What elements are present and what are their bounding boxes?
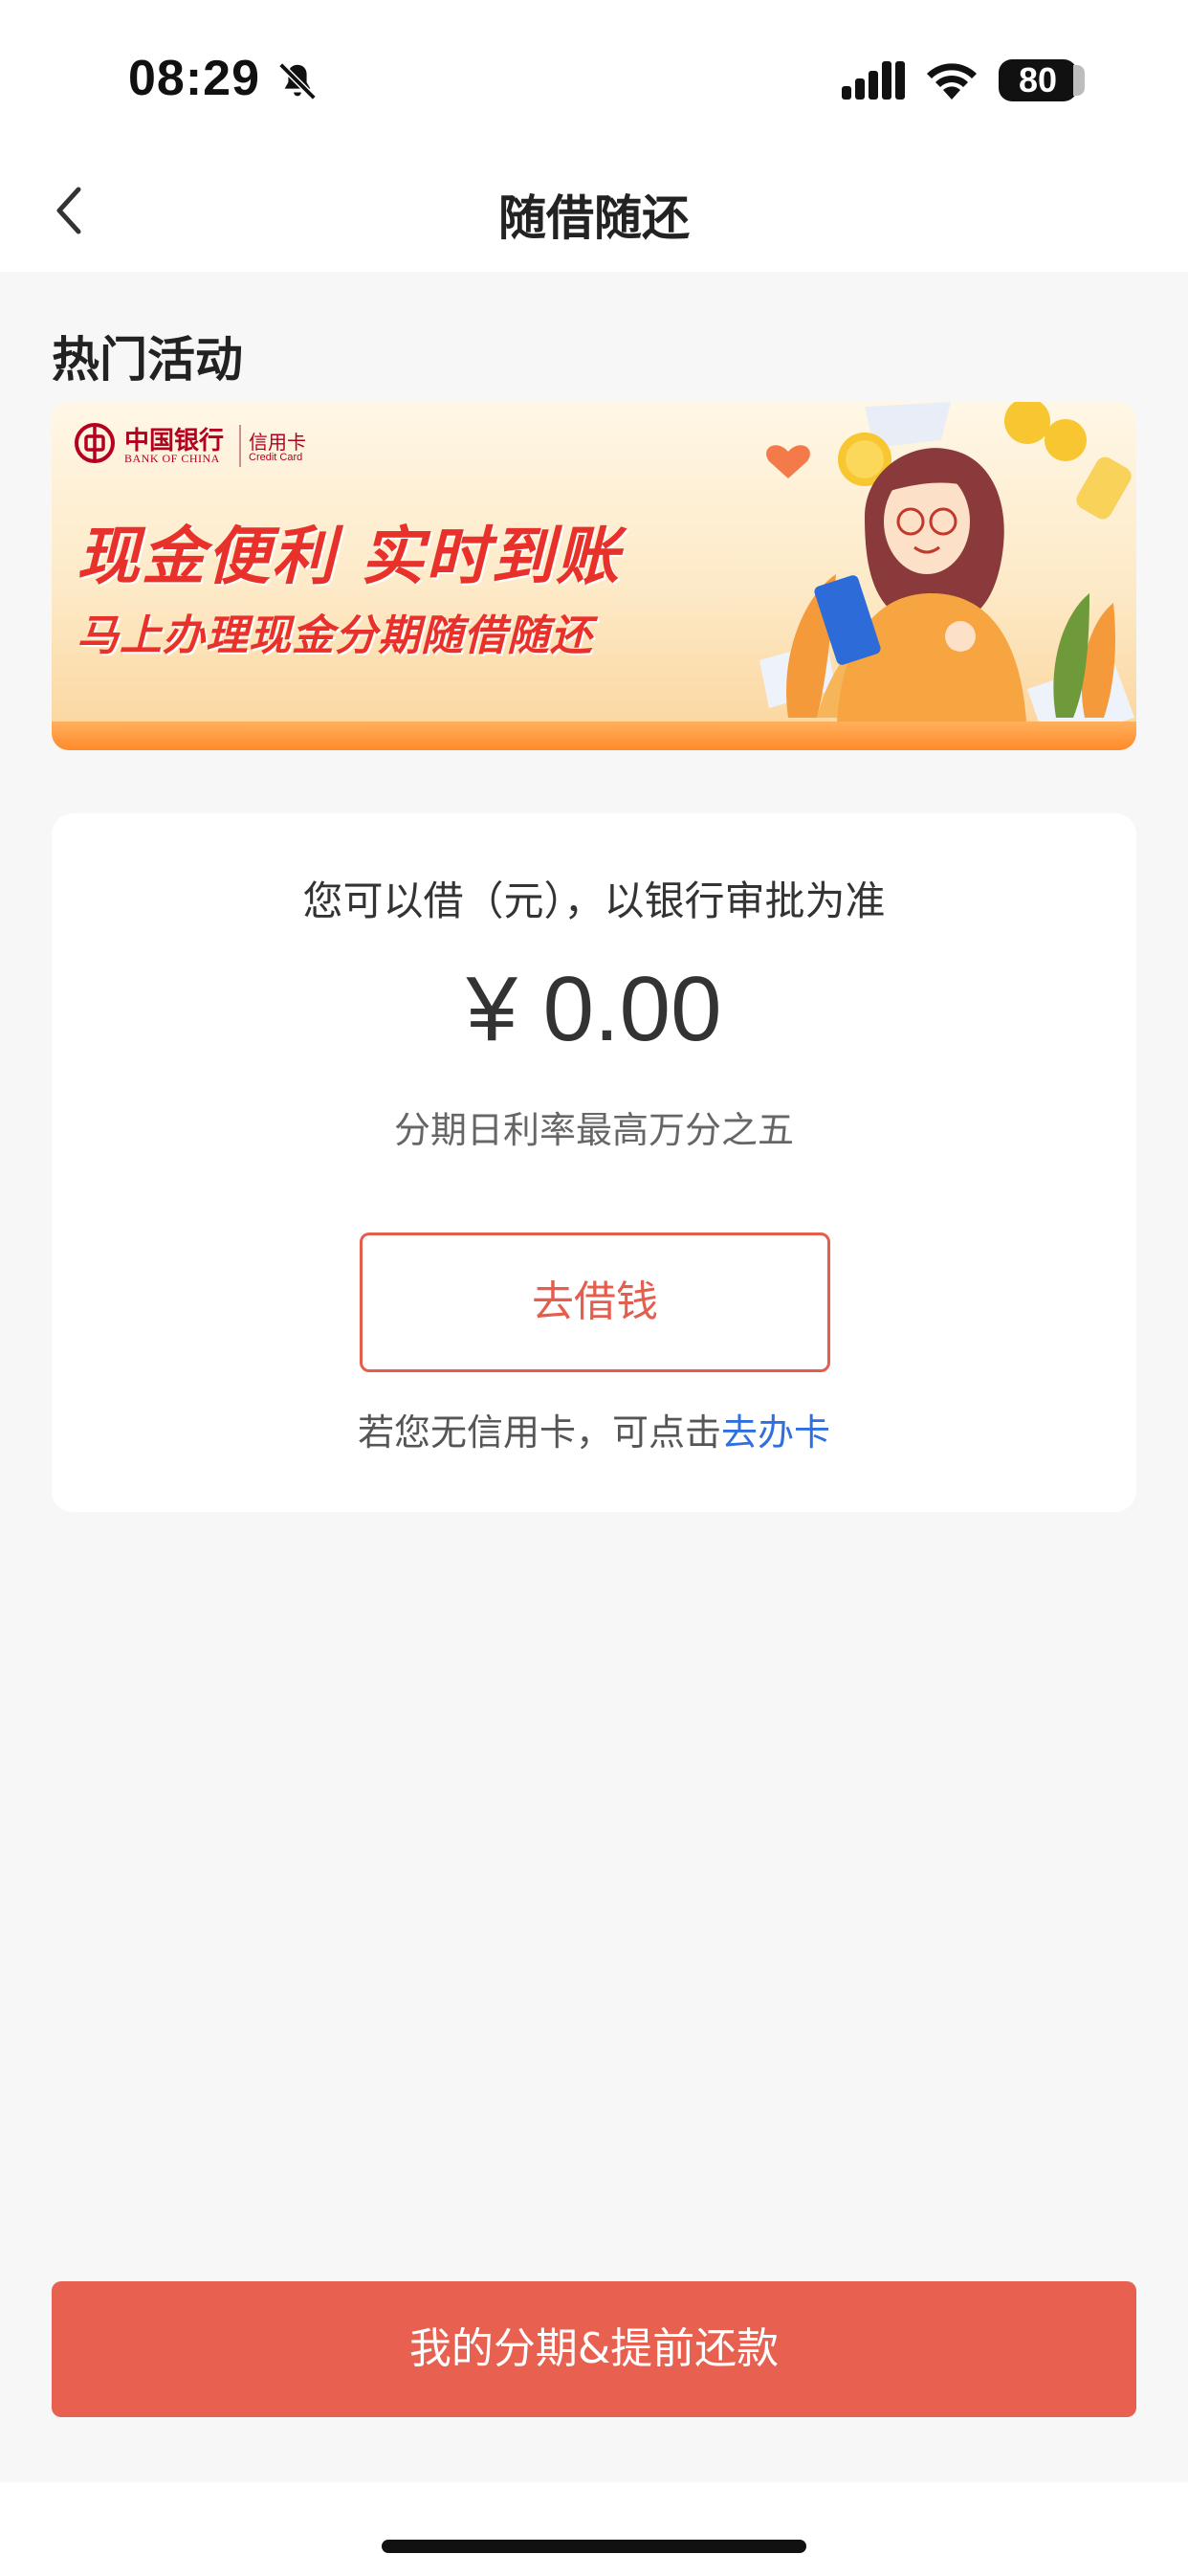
bank-divider <box>239 425 241 467</box>
apply-card-prefix: 若您无信用卡，可点击 <box>357 1411 721 1454</box>
signal-icon <box>842 61 905 100</box>
banner-illustration <box>759 402 1134 750</box>
apply-card-hint: 若您无信用卡，可点击去办卡 <box>52 1403 1136 1455</box>
nav-bar: 随借随还 <box>0 153 1188 272</box>
my-installments-button[interactable]: 我的分期&提前还款 <box>52 2281 1136 2417</box>
bottom-safe-area <box>0 2482 1188 2576</box>
wifi-icon <box>927 63 977 100</box>
battery-tip <box>1073 65 1085 96</box>
bank-name-en: BANK OF CHINA <box>124 452 220 465</box>
section-title-hot-activities: 热门活动 <box>52 332 243 388</box>
battery-icon: 80 <box>999 59 1077 101</box>
status-bar: 08:29 80 <box>0 0 1188 153</box>
promo-banner[interactable]: 中国银行 BANK OF CHINA 信用卡 Credit Card 现金便利 … <box>52 402 1136 750</box>
loan-limit-label: 您可以借（元），以银行审批为准 <box>302 877 886 924</box>
status-time: 08:29 <box>128 51 260 106</box>
card-label-en: Credit Card <box>249 452 303 463</box>
page-title: 随借随还 <box>498 190 690 246</box>
banner-bottom-strip <box>52 722 1136 750</box>
loan-card: 您可以借（元），以银行审批为准 ¥ 0.00 分期日利率最高万分之五 去借钱 若… <box>52 813 1136 1512</box>
home-indicator[interactable] <box>382 2540 806 2553</box>
loan-amount: ¥ 0.00 <box>466 958 722 1060</box>
card-label: 信用卡 <box>249 431 306 454</box>
bell-slash-icon <box>278 62 317 100</box>
bank-of-china-logo-icon <box>75 423 115 463</box>
banner-subline: 马上办理现金分期随借随还 <box>77 611 593 660</box>
banner-headline: 现金便利 实时到账 <box>77 520 621 593</box>
apply-card-link[interactable]: 去办卡 <box>721 1411 830 1454</box>
interest-rate-note: 分期日利率最高万分之五 <box>393 1109 794 1151</box>
borrow-button[interactable]: 去借钱 <box>360 1232 830 1372</box>
